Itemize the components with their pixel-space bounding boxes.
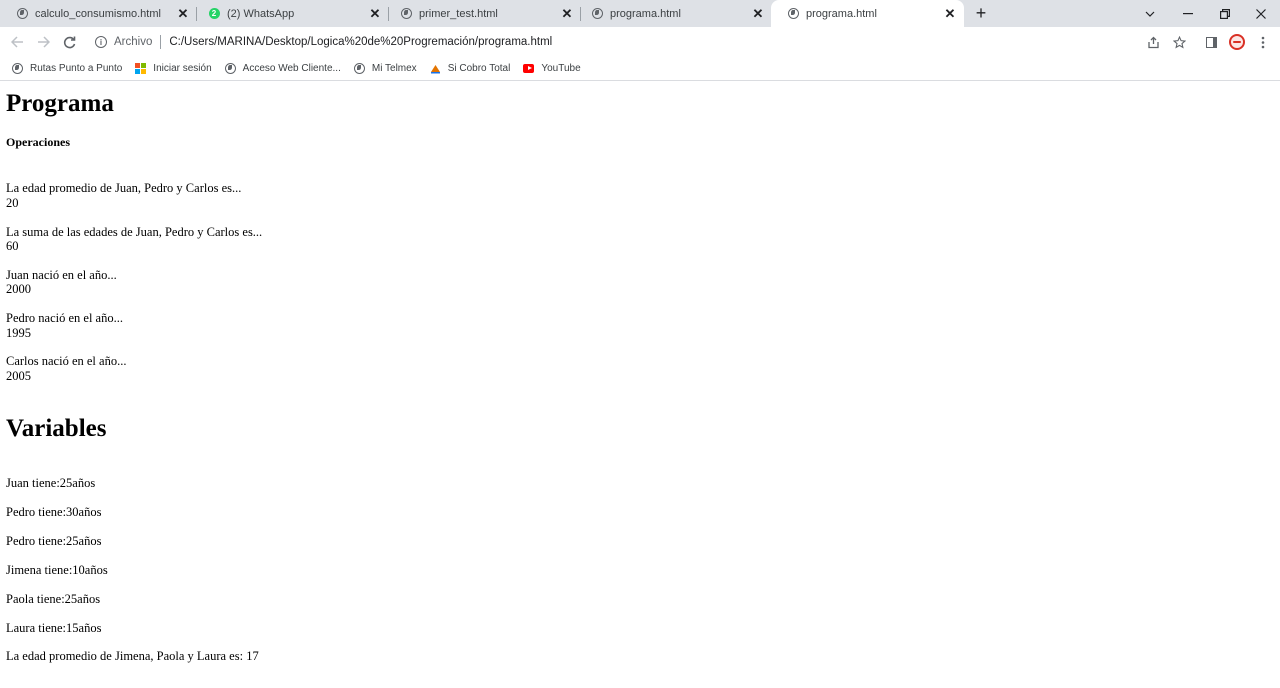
bookmark-rutas[interactable]: Rutas Punto a Punto: [12, 63, 122, 74]
cobro-icon: [430, 63, 441, 74]
microsoft-icon: [135, 63, 147, 74]
operacion-label: La suma de las edades de Juan, Pedro y C…: [6, 225, 263, 239]
page-content: Programa Operaciones La edad promedio de…: [0, 82, 1280, 688]
operacion-value: 2000: [6, 282, 31, 296]
bookmark-label: Acceso Web Cliente...: [242, 63, 341, 74]
restore-icon[interactable]: [1207, 0, 1243, 27]
variable-line: Laura tiene:15años: [6, 621, 102, 635]
scheme-label: Archivo: [114, 36, 153, 48]
bookmark-youtube[interactable]: YouTube: [523, 63, 581, 74]
variables-title: Variables: [6, 415, 107, 442]
bookmark-star-icon[interactable]: [1170, 33, 1188, 51]
close-icon[interactable]: ✕: [175, 6, 191, 22]
operacion-value: 20: [6, 196, 19, 210]
globe-icon: [591, 8, 603, 20]
whatsapp-icon: 2: [208, 8, 220, 20]
bookmark-label: Mi Telmex: [371, 63, 417, 74]
tab-search-chevron-icon[interactable]: [1132, 0, 1168, 27]
bookmark-label: Rutas Punto a Punto: [30, 63, 123, 74]
tab-title: primer_test.html: [419, 7, 498, 20]
bookmarks-bar: Rutas Punto a Punto Iniciar sesión Acces…: [0, 57, 1280, 81]
tab-programa[interactable]: programa.html ✕: [575, 0, 772, 27]
minimize-icon[interactable]: [1170, 0, 1206, 27]
back-icon[interactable]: [8, 33, 26, 51]
forward-icon[interactable]: [34, 33, 52, 51]
profile-avatar-icon[interactable]: [1228, 33, 1246, 51]
tab-whatsapp[interactable]: 2 (2) WhatsApp ✕: [192, 0, 389, 27]
operacion-value: 60: [6, 239, 19, 253]
operacion-value: 2005: [6, 369, 31, 383]
browser-toolbar: i Archivo C:/Users/MARINA/Desktop/Logica…: [0, 27, 1280, 57]
variable-line: Pedro tiene:30años: [6, 505, 102, 519]
variable-line: Jimena tiene:10años: [6, 563, 108, 577]
globe-icon: [12, 63, 23, 74]
variable-line: La edad promedio de Jimena, Paola y Laur…: [6, 649, 259, 663]
close-icon[interactable]: ✕: [750, 6, 766, 22]
tab-title: calculo_consumismo.html: [35, 7, 161, 20]
tab-title: programa.html: [610, 7, 681, 20]
tab-title: (2) WhatsApp: [227, 7, 295, 20]
youtube-icon: [523, 63, 535, 74]
operaciones-heading: Operaciones: [6, 135, 70, 149]
globe-icon: [787, 8, 799, 20]
operacion-label: Pedro nació en el año...: [6, 311, 123, 325]
bookmark-mi-telmex[interactable]: Mi Telmex: [353, 63, 417, 74]
operacion-label: Carlos nació en el año...: [6, 354, 127, 368]
info-icon[interactable]: i: [95, 36, 107, 48]
side-panel-icon[interactable]: [1202, 33, 1220, 51]
close-window-icon[interactable]: [1243, 0, 1279, 27]
share-icon[interactable]: [1144, 33, 1162, 51]
globe-icon: [224, 63, 236, 74]
variable-line: Pedro tiene:25años: [6, 534, 102, 548]
bookmark-iniciar-sesion[interactable]: Iniciar sesión: [135, 63, 212, 74]
reload-icon[interactable]: [60, 33, 78, 51]
globe-icon: [353, 63, 365, 74]
close-icon[interactable]: ✕: [942, 6, 958, 22]
url-text[interactable]: C:/Users/MARINA/Desktop/Logica%20de%20Pr…: [169, 36, 552, 48]
tab-programa-active[interactable]: programa.html ✕: [771, 0, 964, 27]
bookmark-label: Iniciar sesión: [153, 63, 212, 74]
close-icon[interactable]: ✕: [559, 6, 575, 22]
tab-primer-test[interactable]: primer_test.html ✕: [384, 0, 581, 27]
tab-calculo-consumismo[interactable]: calculo_consumismo.html ✕: [0, 0, 197, 27]
bookmark-si-cobro-total[interactable]: Si Cobro Total: [430, 63, 511, 74]
operacion-label: Juan nació en el año...: [6, 268, 117, 282]
bookmark-label: Si Cobro Total: [447, 63, 511, 74]
bookmark-acceso-web[interactable]: Acceso Web Cliente...: [224, 63, 341, 74]
tab-title: programa.html: [806, 7, 877, 20]
address-bar[interactable]: i Archivo C:/Users/MARINA/Desktop/Logica…: [90, 30, 1130, 54]
menu-kebab-icon[interactable]: [1254, 33, 1272, 51]
new-tab-button[interactable]: +: [972, 4, 990, 23]
bookmark-label: YouTube: [541, 63, 581, 74]
close-icon[interactable]: ✕: [367, 6, 383, 22]
omnibox-separator: [160, 35, 162, 49]
variable-line: Juan tiene:25años: [6, 476, 96, 490]
variable-line: Paola tiene:25años: [6, 592, 101, 606]
globe-icon: [400, 8, 412, 20]
operacion-value: 1995: [6, 326, 31, 340]
operacion-label: La edad promedio de Juan, Pedro y Carlos…: [6, 181, 242, 195]
tab-strip: calculo_consumismo.html ✕ 2 (2) WhatsApp…: [0, 0, 1280, 27]
globe-icon: [16, 8, 28, 20]
page-title: Programa: [6, 90, 114, 117]
